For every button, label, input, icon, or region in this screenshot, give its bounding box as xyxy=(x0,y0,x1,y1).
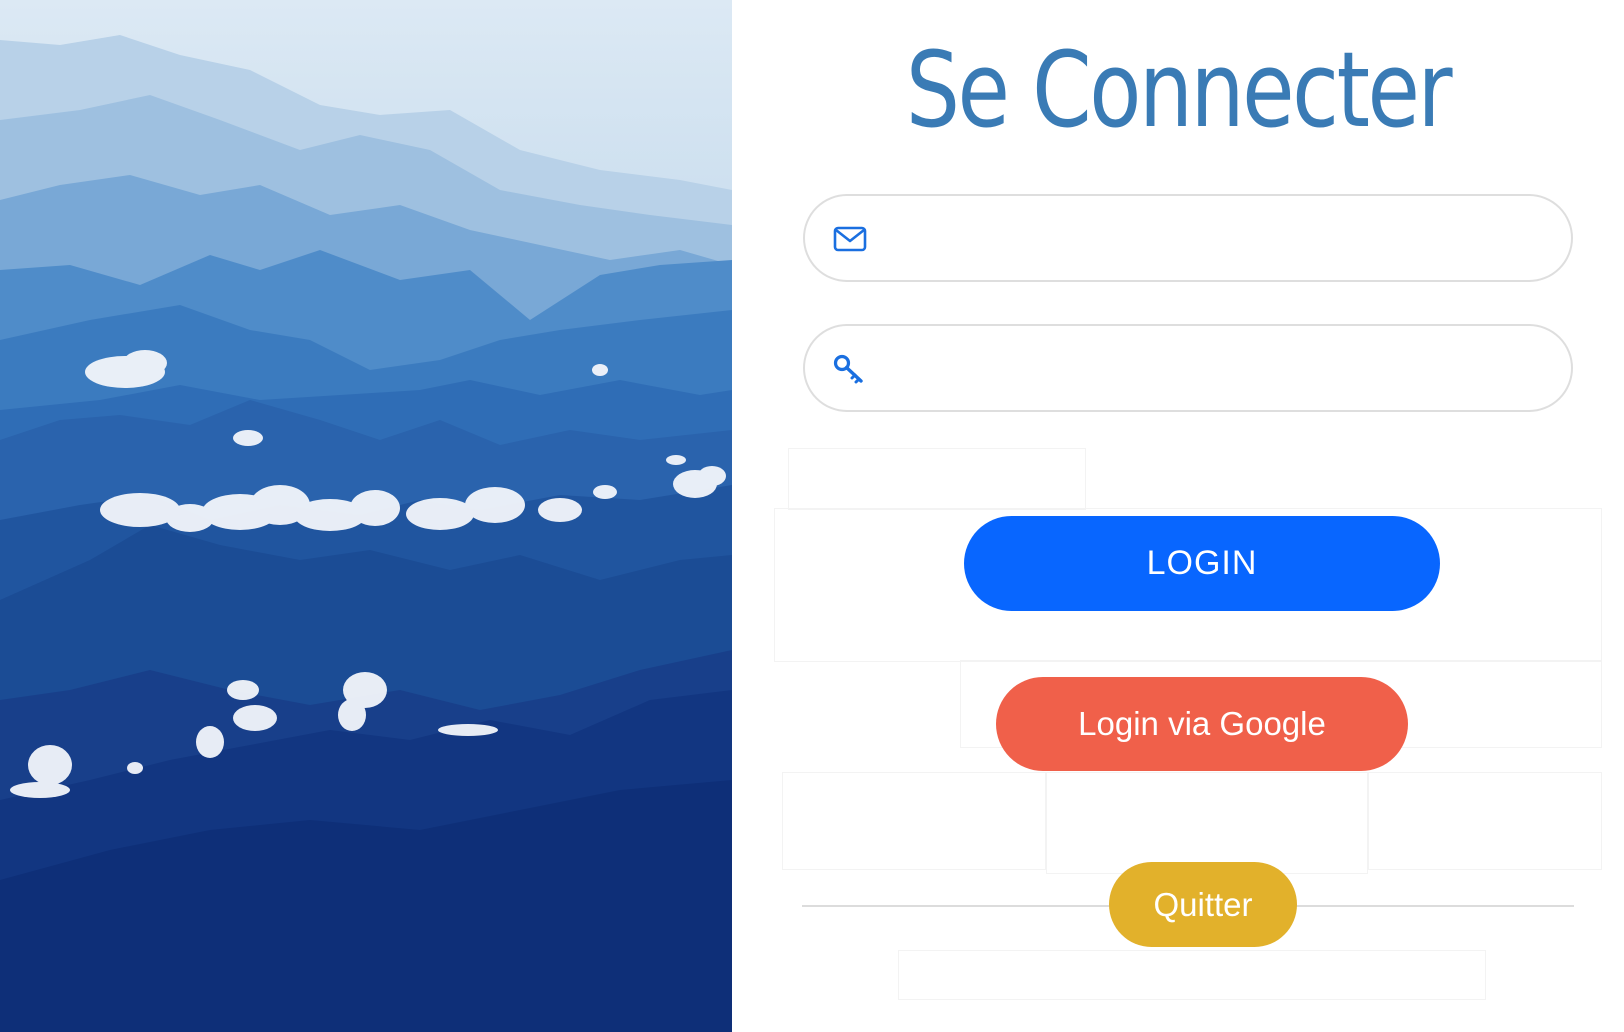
empty-block xyxy=(898,950,1486,1000)
google-login-button[interactable]: Login via Google xyxy=(996,677,1408,771)
login-panel: Se Connecter LOGIN Login via Google Quit… xyxy=(732,0,1624,1032)
email-field[interactable] xyxy=(803,194,1573,282)
empty-block xyxy=(782,772,1046,870)
envelope-icon xyxy=(833,224,869,254)
empty-block xyxy=(1368,772,1602,870)
password-field[interactable] xyxy=(803,324,1573,412)
quit-button[interactable]: Quitter xyxy=(1109,862,1297,947)
email-input[interactable] xyxy=(881,216,1525,262)
login-page: Se Connecter LOGIN Login via Google Quit… xyxy=(0,0,1624,1032)
mountain-hero-image xyxy=(0,0,732,1032)
key-icon xyxy=(833,354,869,384)
page-title: Se Connecter xyxy=(905,29,1453,151)
password-input[interactable] xyxy=(881,346,1525,392)
login-button[interactable]: LOGIN xyxy=(964,516,1440,611)
empty-block xyxy=(1046,772,1368,874)
empty-block xyxy=(788,448,1086,510)
